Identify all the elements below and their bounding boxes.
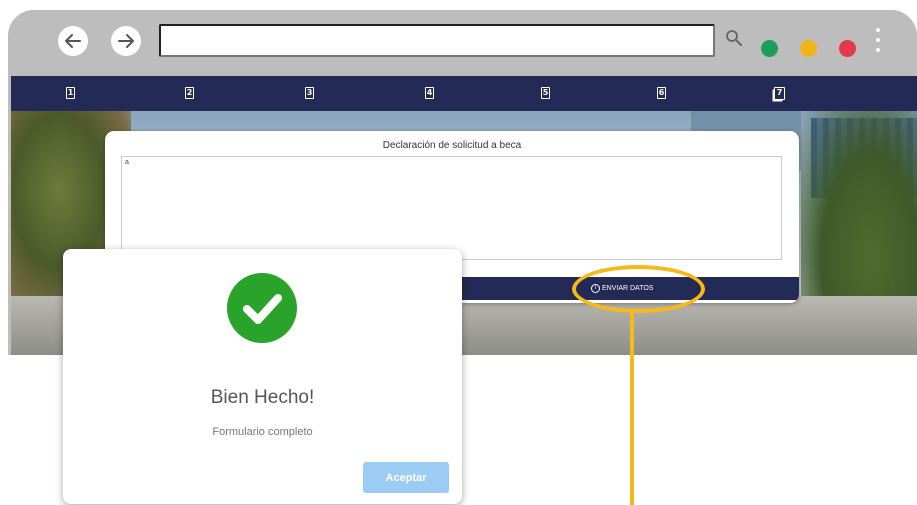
highlight-ring (572, 265, 705, 313)
red-dot-icon (839, 40, 856, 57)
dialog-message: Formulario completo (212, 426, 313, 438)
success-dialog: Bien Hecho! Formulario completo Aceptar (63, 249, 462, 504)
step-3-button[interactable]: 3 (305, 87, 314, 99)
step-4-button[interactable]: 4 (425, 87, 434, 99)
step-1-button[interactable]: 1 (66, 87, 75, 99)
pointer-line (630, 312, 634, 505)
step-5-button[interactable]: 5 (541, 87, 550, 99)
accept-button[interactable]: Aceptar (363, 462, 449, 493)
address-bar[interactable] (159, 24, 715, 57)
search-icon[interactable] (724, 28, 744, 50)
step-7-button[interactable]: 7 (774, 87, 785, 100)
declaration-textarea[interactable]: a (121, 156, 782, 260)
step-2-button[interactable]: 2 (185, 87, 194, 99)
green-dot-icon (761, 40, 778, 57)
screenshot-stage: 1 2 3 4 5 6 7 Declaración de solicitud a… (0, 0, 917, 505)
kebab-menu-icon[interactable] (874, 28, 882, 58)
check-circle-icon (227, 273, 297, 343)
dialog-title: Bien Hecho! (210, 387, 315, 408)
steps-nav: 1 2 3 4 5 6 7 (11, 76, 917, 111)
browser-toolbar (8, 10, 917, 74)
arrow-right-icon (118, 34, 134, 48)
form-title: Declaración de solicitud a beca (382, 140, 522, 151)
yellow-dot-icon (800, 40, 817, 57)
arrow-left-icon (65, 34, 81, 48)
forward-button[interactable] (111, 26, 141, 56)
step-6-button[interactable]: 6 (657, 87, 666, 99)
back-button[interactable] (58, 26, 88, 56)
background-trees-right (801, 111, 917, 321)
